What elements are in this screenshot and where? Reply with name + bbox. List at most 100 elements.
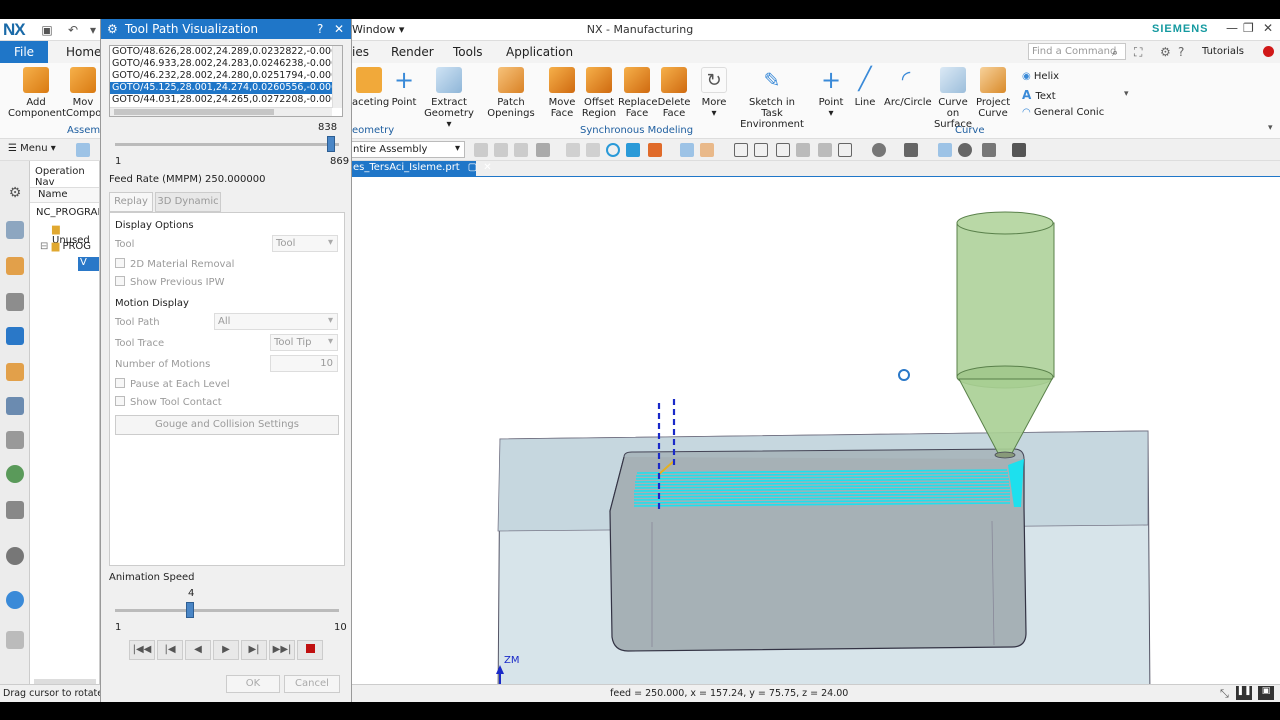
- line-button[interactable]: ╱ Line: [852, 67, 878, 108]
- replace-face-button[interactable]: Replace Face: [618, 67, 658, 119]
- move-face-button[interactable]: Move Face: [544, 67, 580, 119]
- pause-icon[interactable]: ❚❚: [1236, 686, 1252, 700]
- cancel-button[interactable]: Cancel: [284, 675, 340, 693]
- play-forward-button[interactable]: ▶: [213, 640, 239, 660]
- tool-trace-select[interactable]: Tool Tip: [270, 334, 338, 351]
- tutorials-link[interactable]: Tutorials: [1202, 46, 1244, 57]
- view-fit-icon[interactable]: [838, 143, 852, 157]
- stop-button[interactable]: [297, 640, 323, 660]
- fullscreen-icon[interactable]: ⛶: [1134, 45, 1142, 60]
- operation-navigator-icon[interactable]: [6, 327, 24, 345]
- help-icon[interactable]: ?: [1178, 45, 1184, 59]
- image-icon[interactable]: ▣: [1258, 686, 1274, 700]
- expand-icon[interactable]: ⊟: [40, 241, 52, 252]
- arc-circle-button[interactable]: ◜ Arc/Circle: [884, 67, 932, 108]
- gear-icon[interactable]: ⚙: [1160, 45, 1171, 59]
- goto-line[interactable]: GOTO/46.933,28.002,24.283,0.0246238,-0.0…: [110, 58, 342, 70]
- graphics-window[interactable]: ZM: [352, 177, 1280, 686]
- show-hide-icon[interactable]: [958, 143, 972, 157]
- scroll-thumb[interactable]: [114, 109, 274, 115]
- resize-icon[interactable]: ⤡: [1220, 687, 1229, 701]
- number-of-motions-input[interactable]: 10: [270, 355, 338, 372]
- curve-on-surface-button[interactable]: Curve on Surface: [932, 67, 974, 130]
- center-icon[interactable]: [606, 143, 620, 157]
- material-removal-checkbox[interactable]: 2D Material Removal: [115, 258, 234, 270]
- snap-point-icon[interactable]: [514, 143, 528, 157]
- patch-openings-button[interactable]: Patch Openings: [486, 67, 536, 119]
- tab-options-icon[interactable]: ▢: [468, 162, 477, 173]
- general-conic-button[interactable]: ◠ General Conic: [1022, 107, 1104, 118]
- delete-face-button[interactable]: Delete Face: [656, 67, 692, 119]
- model-view[interactable]: ZM: [352, 177, 1280, 686]
- offset-region-button[interactable]: Offset Region: [580, 67, 618, 119]
- motion-slider-thumb[interactable]: [327, 136, 335, 152]
- assembly-filter-select[interactable]: ntire Assembly ▾: [349, 141, 465, 158]
- reuse-library-icon[interactable]: [6, 431, 24, 449]
- move-object-icon[interactable]: [982, 143, 996, 157]
- view-orient-icon[interactable]: [796, 143, 810, 157]
- body-filter-icon[interactable]: [680, 143, 694, 157]
- close-icon[interactable]: ✕: [334, 19, 344, 39]
- part-navigator-icon[interactable]: [6, 293, 24, 311]
- machining-feature-icon[interactable]: [6, 397, 24, 415]
- faceting-button[interactable]: aceting: [352, 67, 389, 108]
- step-forward-button[interactable]: ▶|: [241, 640, 267, 660]
- shaded-icon[interactable]: [904, 143, 918, 157]
- history-icon[interactable]: [6, 547, 24, 565]
- midpoint-icon[interactable]: [586, 143, 600, 157]
- menu-button[interactable]: ☰ Menu ▾: [8, 143, 56, 154]
- tab-replay[interactable]: Replay: [109, 192, 153, 212]
- part-tab[interactable]: es_TersAci_Isleme.prt ▢ ✕: [350, 161, 492, 177]
- ok-button[interactable]: OK: [226, 675, 280, 693]
- filter-icon[interactable]: [474, 143, 488, 157]
- text-button[interactable]: A Text: [1022, 88, 1056, 102]
- tree-item-operation[interactable]: V: [78, 257, 99, 271]
- go-to-end-button[interactable]: ▶▶|: [269, 640, 295, 660]
- gear-icon[interactable]: ⚙: [6, 185, 24, 203]
- tab-analysis[interactable]: ies: [352, 45, 369, 59]
- extract-geometry-button[interactable]: Extract Geometry ▾: [422, 67, 476, 130]
- point-snap-icon[interactable]: [626, 143, 640, 157]
- point-button[interactable]: + Point: [388, 67, 420, 108]
- perspective-icon[interactable]: [818, 143, 832, 157]
- gouge-collision-settings-button[interactable]: Gouge and Collision Settings: [115, 415, 339, 435]
- tab-tools[interactable]: Tools: [453, 45, 483, 59]
- goto-line[interactable]: GOTO/48.626,28.002,24.289,0.0232822,-0.0…: [110, 46, 342, 58]
- fit-icon[interactable]: [734, 143, 748, 157]
- selection-scope-icon[interactable]: [536, 143, 550, 157]
- file-menu[interactable]: File: [0, 41, 48, 63]
- help-icon[interactable]: ?: [317, 19, 323, 39]
- tab-close-icon[interactable]: ✕: [483, 162, 491, 173]
- motion-slider-track[interactable]: [115, 143, 339, 146]
- project-curve-button[interactable]: Project Curve: [976, 67, 1010, 119]
- step-back-operation-button[interactable]: |◀: [157, 640, 183, 660]
- tools-icon[interactable]: [1012, 143, 1026, 157]
- restore-icon[interactable]: ❐: [1243, 21, 1254, 35]
- add-component-button[interactable]: Add Component: [8, 67, 66, 119]
- helix-button[interactable]: ◉ Helix: [1022, 71, 1059, 82]
- ribbon-options-icon[interactable]: ▾: [1268, 123, 1273, 133]
- go-to-start-button[interactable]: |◀◀: [129, 640, 155, 660]
- face-filter-icon[interactable]: [700, 143, 714, 157]
- layer-icon[interactable]: [938, 143, 952, 157]
- endpoint-icon[interactable]: [566, 143, 580, 157]
- more-button[interactable]: ↻ More ▾: [698, 67, 730, 119]
- rotate-icon[interactable]: [776, 143, 790, 157]
- speed-slider-thumb[interactable]: [185, 602, 194, 618]
- show-previous-ipw-checkbox[interactable]: Show Previous IPW: [115, 276, 224, 288]
- goto-line[interactable]: GOTO/44.031,28.002,24.265,0.0272208,-0.0…: [110, 94, 342, 106]
- gallery-dropdown-icon[interactable]: ▾: [1124, 89, 1129, 99]
- tab-application[interactable]: Application: [506, 45, 573, 59]
- minimize-icon[interactable]: —: [1226, 21, 1238, 35]
- move-component-button[interactable]: Mov Compo: [66, 67, 100, 119]
- machine-tool-navigator-icon[interactable]: [6, 363, 24, 381]
- speed-slider-track[interactable]: [115, 609, 339, 612]
- tool-display-select[interactable]: Tool: [272, 235, 338, 252]
- tree-item-program[interactable]: NC_PROGRAM: [36, 207, 99, 218]
- select-icon[interactable]: [76, 143, 90, 157]
- constraint-navigator-icon[interactable]: [6, 257, 24, 275]
- tool-path-select[interactable]: All: [214, 313, 338, 330]
- tab-home[interactable]: Home: [66, 45, 101, 59]
- zoom-icon[interactable]: [754, 143, 768, 157]
- tab-3d-dynamic[interactable]: 3D Dynamic: [155, 192, 221, 212]
